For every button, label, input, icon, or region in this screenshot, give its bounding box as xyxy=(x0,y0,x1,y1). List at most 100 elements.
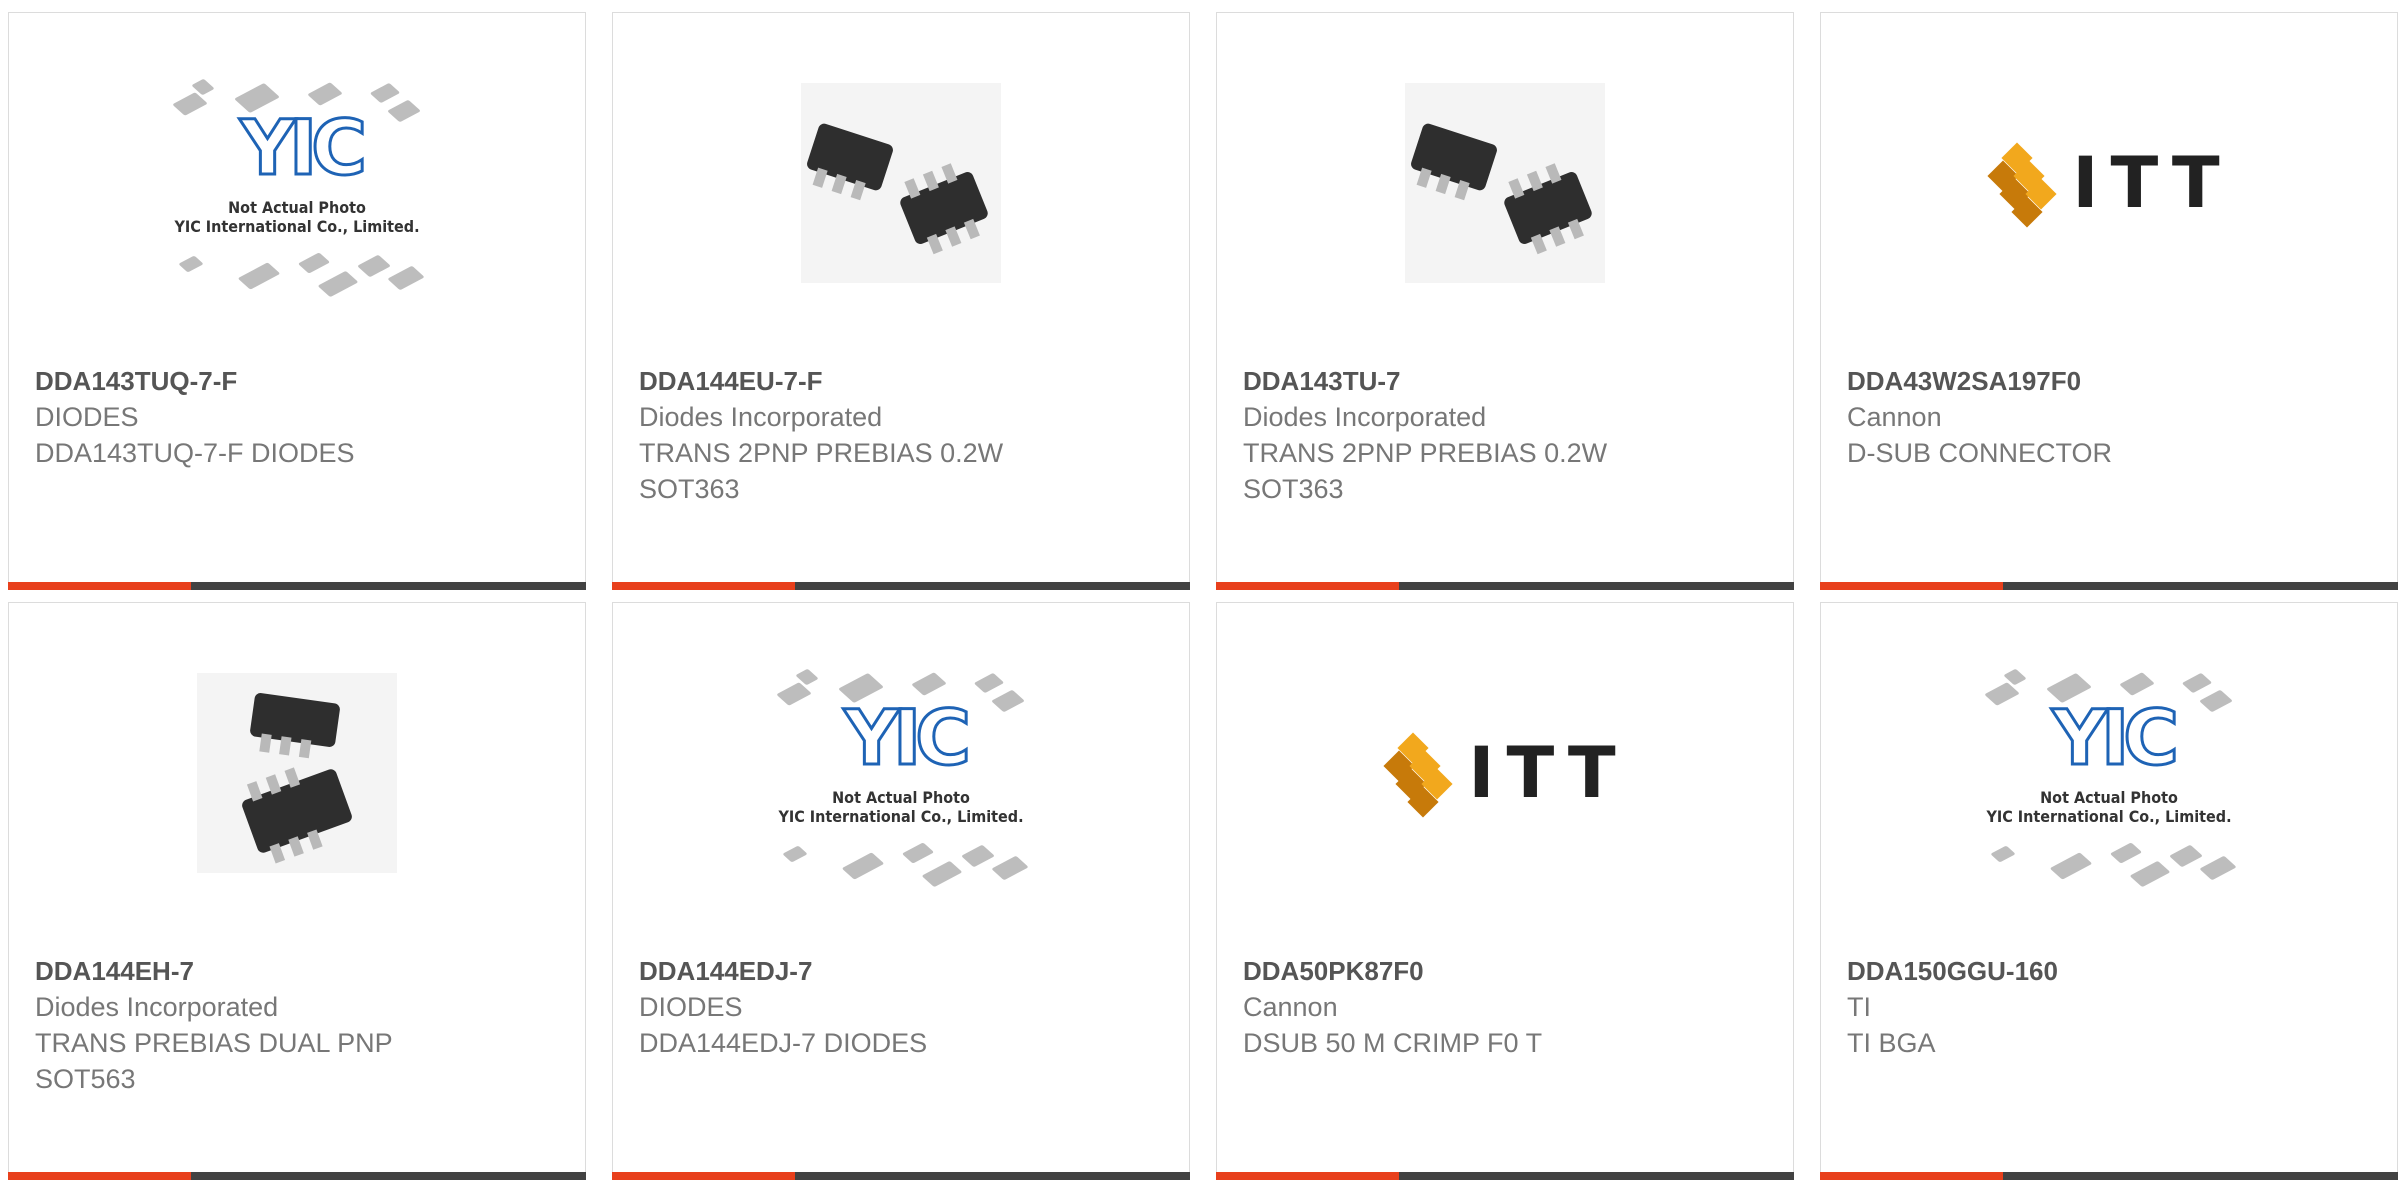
chip-package-icon xyxy=(901,842,935,864)
description-line: SOT363 xyxy=(639,474,740,504)
manufacturer: Diodes Incorporated xyxy=(35,992,279,1022)
chip-package-icon xyxy=(2049,852,2093,880)
chip-pin xyxy=(298,739,312,759)
card-accent-bar xyxy=(612,582,795,590)
chip-pin xyxy=(259,733,272,753)
product-card[interactable]: YIC Not Actual Photo YIC International Co.… xyxy=(1820,602,2398,1180)
product-image[interactable] xyxy=(613,13,1189,353)
itt-logo: ITT xyxy=(1382,732,1628,818)
chip-pin xyxy=(926,233,943,255)
product-info: DDA144EH-7 Diodes Incorporated TRANS PREBI… xyxy=(35,953,565,1097)
itt-wordmark: ITT xyxy=(2072,142,2232,224)
product-card[interactable]: DDA144EH-7 Diodes Incorporated TRANS PREBI… xyxy=(8,602,586,1180)
product-info: DDA43W2SA197F0 Cannon D-SUB CONNECTOR xyxy=(1847,363,2377,471)
placeholder-product-image: YIC Not Actual Photo YIC International Co.… xyxy=(162,58,432,308)
part-number-link[interactable]: DDA144EU-7-F xyxy=(639,363,1169,399)
card-accent-bar xyxy=(1820,1172,2003,1180)
manufacturer: Diodes Incorporated xyxy=(639,402,883,432)
description-line: SOT363 xyxy=(1243,474,1344,504)
chip-pin xyxy=(1526,170,1543,192)
product-image[interactable]: ITT xyxy=(1217,603,1793,943)
manufacturer: DIODES xyxy=(639,992,743,1022)
description-line: DDA144EDJ-7 DIODES xyxy=(639,1028,928,1058)
chip-package-icon xyxy=(776,682,812,706)
manufacturer: Cannon xyxy=(1243,992,1338,1022)
chip-body xyxy=(1409,122,1499,201)
chip-pin xyxy=(963,218,980,240)
chip-pin xyxy=(850,180,866,201)
card-bottom-bar xyxy=(8,1172,586,1180)
chip-pin xyxy=(307,829,323,850)
product-card[interactable]: YIC Not Actual Photo YIC International Co.… xyxy=(8,12,586,590)
product-image[interactable]: ITT xyxy=(1821,13,2397,353)
chip-package-icon xyxy=(317,270,359,298)
product-card[interactable]: ITT DDA43W2SA197F0 Cannon D-SUB CONNECTOR xyxy=(1820,12,2398,590)
product-info: DDA143TUQ-7-F DIODES DDA143TUQ-7-F DIODES xyxy=(35,363,565,471)
card-accent-bar xyxy=(8,582,191,590)
chip-package-icon xyxy=(369,82,401,104)
chip-package-icon xyxy=(172,92,208,116)
product-grid: YIC Not Actual Photo YIC International Co.… xyxy=(0,0,2400,1180)
description-line: SOT563 xyxy=(35,1064,136,1094)
placeholder-product-image: YIC Not Actual Photo YIC International Co.… xyxy=(1974,648,2244,898)
part-number-link[interactable]: DDA144EH-7 xyxy=(35,953,565,989)
chip-body xyxy=(1502,163,1594,255)
part-number-link[interactable]: DDA50PK87F0 xyxy=(1243,953,1773,989)
description-line: D-SUB CONNECTOR xyxy=(1847,438,2113,468)
product-image[interactable]: YIC Not Actual Photo YIC International Co.… xyxy=(613,603,1189,943)
product-info: DDA143TU-7 Diodes Incorporated TRANS 2PNP … xyxy=(1243,363,1773,507)
card-bottom-bar xyxy=(1216,582,1794,590)
chip-package-icon xyxy=(1990,845,2016,863)
placeholder-company: YIC International Co., Limited. xyxy=(1986,807,2232,826)
part-number-link[interactable]: DDA43W2SA197F0 xyxy=(1847,363,2377,399)
product-card[interactable]: ITT DDA50PK87F0 Cannon DSUB 50 M CRIMP F0 T xyxy=(1216,602,1794,1180)
manufacturer: Cannon xyxy=(1847,402,1942,432)
chip-package-icon xyxy=(237,262,281,290)
product-card[interactable]: YIC Not Actual Photo YIC International Co.… xyxy=(612,602,1190,1180)
itt-mark-icon xyxy=(1986,142,2057,228)
chip-package-icon xyxy=(2109,842,2143,864)
product-image[interactable] xyxy=(1217,13,1793,353)
chip-pin xyxy=(1530,233,1547,255)
chip-package-icon xyxy=(387,99,421,123)
chip-package-icon xyxy=(841,852,885,880)
card-bottom-bar xyxy=(1820,582,2398,590)
sot563-package-photo xyxy=(197,673,397,873)
chip-pin xyxy=(1549,226,1566,247)
part-number-link[interactable]: DDA144EDJ-7 xyxy=(639,953,1169,989)
chip-pin xyxy=(284,767,301,788)
card-bottom-bar xyxy=(612,582,1190,590)
card-bottom-bar xyxy=(612,1172,1190,1180)
chip-package-icon xyxy=(1984,682,2020,706)
chip-package-icon xyxy=(991,855,1029,881)
chip-pin xyxy=(1567,218,1584,240)
chip-pin xyxy=(831,173,847,195)
yic-logo: YIC xyxy=(239,103,369,192)
chip-package-icon xyxy=(973,672,1005,694)
itt-mark-icon xyxy=(1382,732,1453,818)
description-line: DSUB 50 M CRIMP F0 T xyxy=(1243,1028,1543,1058)
chip-pin xyxy=(1435,173,1451,195)
manufacturer: TI xyxy=(1847,992,1871,1022)
product-card[interactable]: DDA144EU-7-F Diodes Incorporated TRANS 2PN… xyxy=(612,12,1190,590)
part-number-link[interactable]: DDA150GGU-160 xyxy=(1847,953,2377,989)
card-accent-bar xyxy=(8,1172,191,1180)
chip-body xyxy=(805,122,895,201)
card-accent-bar xyxy=(612,1172,795,1180)
chip-pin xyxy=(812,167,828,188)
product-image[interactable]: YIC Not Actual Photo YIC International Co.… xyxy=(1821,603,2397,943)
chip-pin xyxy=(922,170,939,192)
product-card[interactable]: DDA143TU-7 Diodes Incorporated TRANS 2PNP … xyxy=(1216,12,1794,590)
chip-package-icon xyxy=(357,254,391,278)
chip-pin xyxy=(269,843,286,864)
chip-package-icon xyxy=(2199,689,2233,713)
part-number-link[interactable]: DDA143TUQ-7-F xyxy=(35,363,565,399)
chip-pin xyxy=(1454,180,1470,201)
part-number-link[interactable]: DDA143TU-7 xyxy=(1243,363,1773,399)
itt-wordmark: ITT xyxy=(1468,732,1628,814)
chip-pin xyxy=(904,178,921,199)
chip-pin xyxy=(246,781,263,802)
chip-body xyxy=(898,163,990,255)
product-image[interactable]: YIC Not Actual Photo YIC International Co.… xyxy=(9,13,585,353)
product-image[interactable] xyxy=(9,603,585,943)
